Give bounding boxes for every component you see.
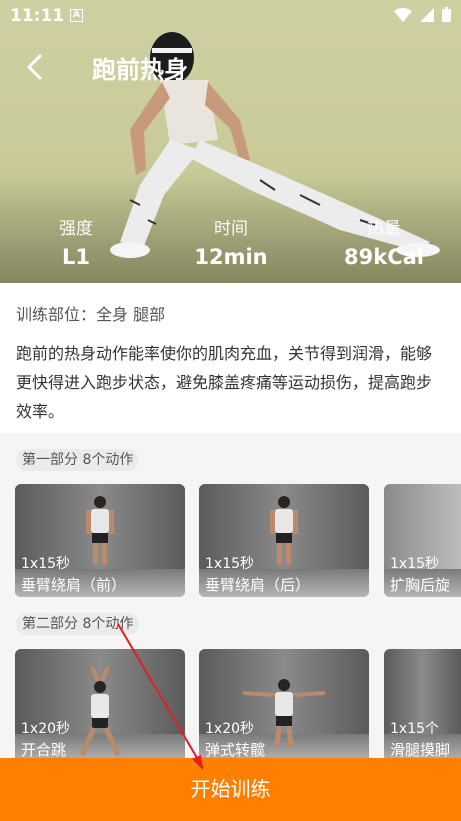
stat-label: 强度 xyxy=(59,219,93,239)
exercise-card[interactable]: 1x15个 滑腿摸脚 xyxy=(384,649,461,762)
section-title-1: 第一部分 8个动作 xyxy=(16,449,140,471)
stats-row: 强度 L1 时间 12min 热量 89kCal xyxy=(0,214,461,274)
stat-value: 12min xyxy=(194,245,268,269)
exercise-count: 1x20秒 xyxy=(205,721,255,737)
training-parts: 训练部位：全身 腿部 xyxy=(16,305,166,324)
stat-calories: 热量 89kCal xyxy=(324,214,444,269)
exercise-card[interactable]: 1x20秒 开合跳 xyxy=(15,649,185,762)
stat-label: 热量 xyxy=(367,219,401,239)
status-time: 11:11 xyxy=(10,6,65,26)
stat-value: L1 xyxy=(62,245,90,269)
exercise-card[interactable]: 1x20秒 弹式转髋 xyxy=(199,649,369,762)
exercise-thumbnail xyxy=(79,666,121,757)
exercise-count: 1x15秒 xyxy=(21,556,71,572)
stat-duration: 时间 12min xyxy=(171,214,291,269)
back-chevron-icon[interactable] xyxy=(20,50,50,84)
exercise-thumbnail xyxy=(86,496,114,565)
signal-icon xyxy=(420,7,434,22)
exercise-name: 开合跳 xyxy=(21,741,67,759)
exercise-count: 1x20秒 xyxy=(21,721,71,737)
workout-description: 跑前的热身动作能率使你的肌肉充血，关节得到润滑，能够更快得进入跑步状态，避免膝盖… xyxy=(16,344,433,421)
stat-value: 89kCal xyxy=(344,245,424,269)
exercise-count: 1x15秒 xyxy=(390,556,440,572)
exercise-thumbnail xyxy=(270,496,298,565)
battery-icon xyxy=(442,7,451,22)
exercise-card[interactable]: 1x15秒 垂臂绕肩（前） xyxy=(15,484,185,597)
exercise-name: 扩胸后旋 xyxy=(390,576,451,594)
wifi-icon xyxy=(394,7,412,22)
exercise-count: 1x15秒 xyxy=(205,556,255,572)
section-title-2: 第二部分 8个动作 xyxy=(16,613,140,635)
stat-label: 时间 xyxy=(214,219,248,239)
stat-intensity: 强度 L1 xyxy=(16,214,136,269)
page-title: 跑前热身 xyxy=(92,56,188,84)
exercise-name: 滑腿摸脚 xyxy=(390,741,451,759)
exercise-name: 弹式转髋 xyxy=(205,741,266,759)
exercise-card[interactable]: 1x15秒 扩胸后旋 xyxy=(384,484,461,597)
start-training-button[interactable]: 开始训练 xyxy=(0,758,461,821)
exercise-count: 1x15个 xyxy=(390,721,440,737)
exercise-card[interactable]: 1x15秒 垂臂绕肩（后） xyxy=(199,484,369,597)
exercise-name: 垂臂绕肩（后） xyxy=(205,576,311,594)
info-section: 训练部位：全身 腿部 跑前的热身动作能率使你的肌肉充血，关节得到润滑，能够更快得… xyxy=(0,283,461,433)
notification-badge-icon: A xyxy=(70,9,83,22)
exercise-name: 垂臂绕肩（前） xyxy=(21,576,127,594)
status-bar: 11:11 A xyxy=(0,0,461,32)
